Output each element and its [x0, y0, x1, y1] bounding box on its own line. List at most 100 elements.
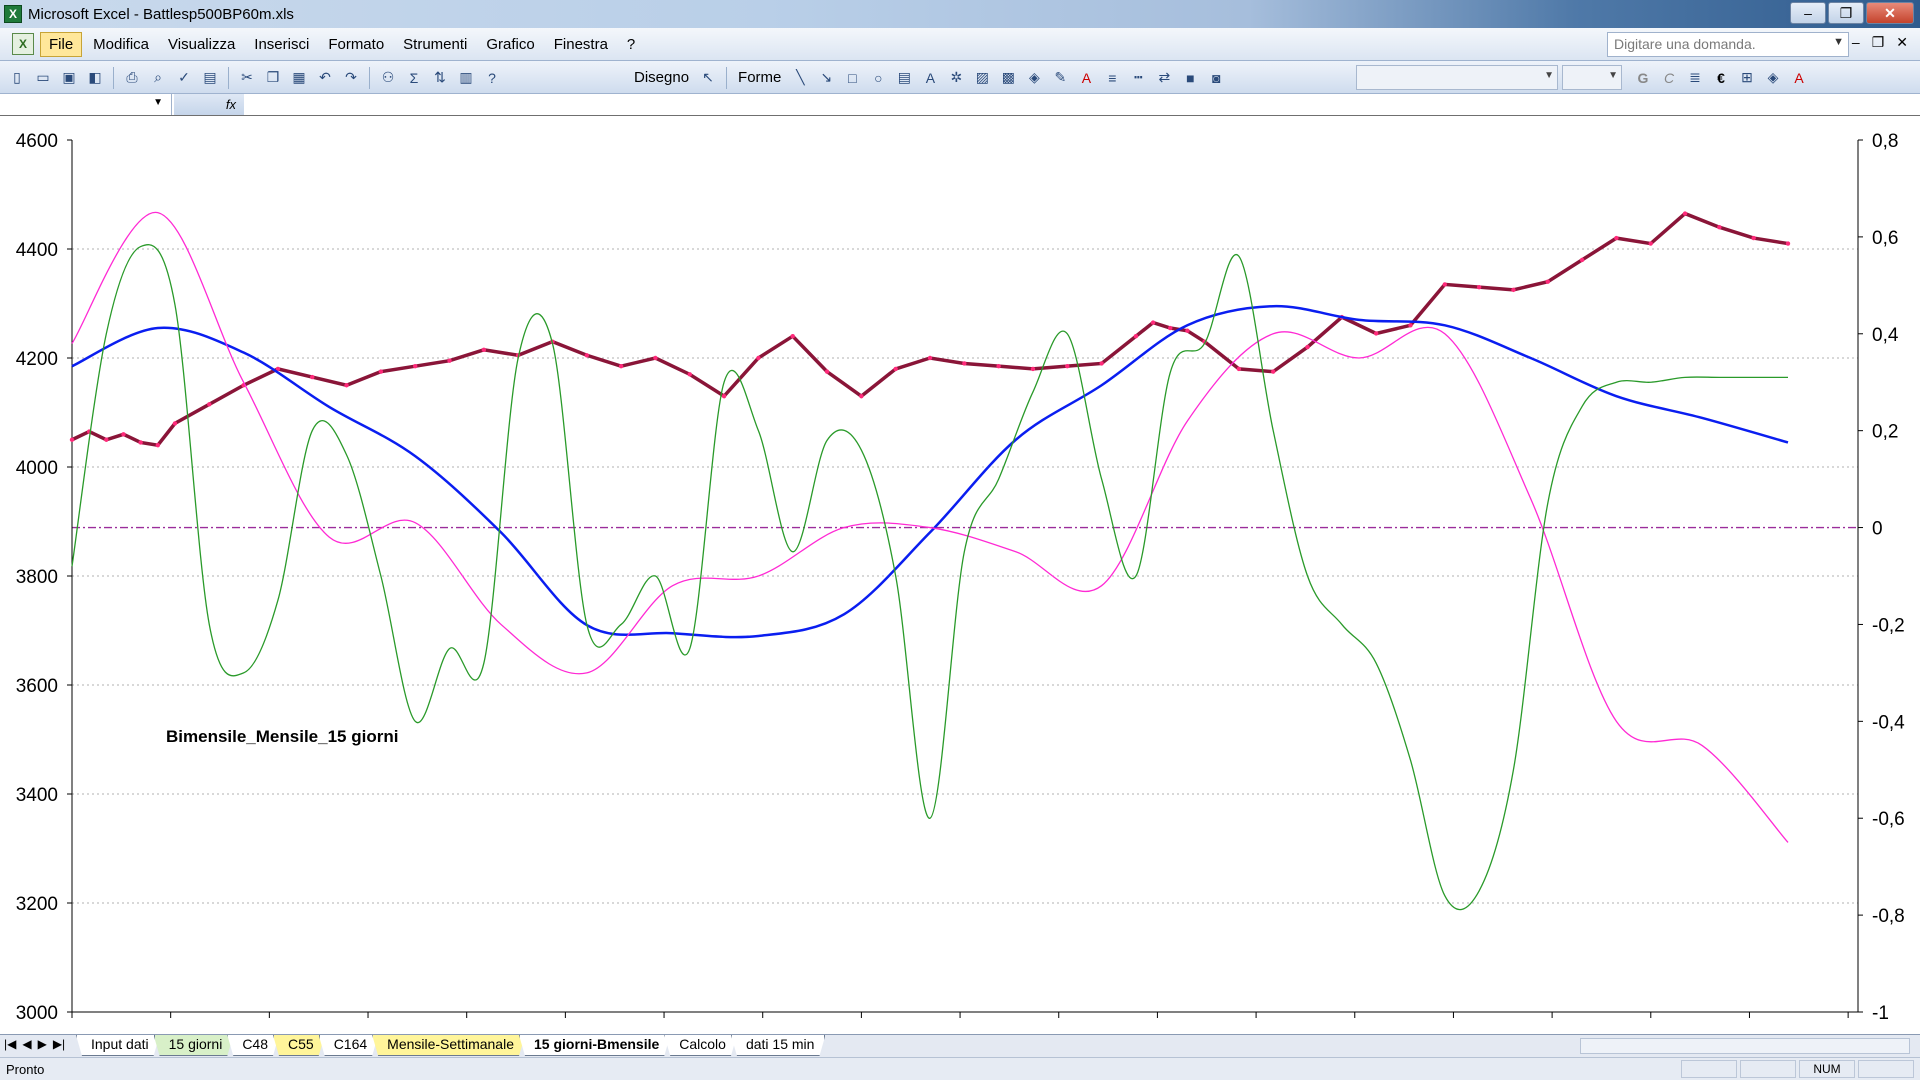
font-color-icon[interactable]: A [1075, 67, 1097, 89]
rectangle-icon[interactable]: □ [841, 67, 863, 89]
spelling-icon[interactable]: ✓ [173, 67, 195, 89]
open-folder-icon[interactable]: ▭ [32, 67, 54, 89]
picture-icon[interactable]: ▩ [997, 67, 1019, 89]
name-box[interactable]: ▼ [0, 94, 172, 115]
sheet-tab-c48[interactable]: C48 [227, 1035, 279, 1056]
line-icon[interactable]: ╲ [789, 67, 811, 89]
shapes-menu-button[interactable]: Forme [734, 69, 785, 86]
y-tick-label: 4200 [16, 349, 58, 370]
workbook-icon[interactable]: X [12, 33, 34, 55]
next-sheet-button[interactable]: ▶ [38, 1037, 47, 1051]
font-color-icon[interactable]: A [1788, 67, 1810, 89]
first-sheet-button[interactable]: |◀ [4, 1037, 16, 1051]
new-file-icon[interactable]: ▯ [6, 67, 28, 89]
italic-button[interactable]: C [1658, 67, 1680, 89]
copy-icon[interactable]: ❐ [262, 67, 284, 89]
sheet-tab-calcolo[interactable]: Calcolo [664, 1035, 737, 1056]
chevron-down-icon[interactable]: ▼ [1608, 70, 1618, 81]
sheet-tab-mensile-settimanale[interactable]: Mensile-Settimanale [372, 1035, 525, 1056]
formula-bar: ▼ fx [0, 94, 1920, 116]
menu-help[interactable]: ? [619, 33, 643, 56]
maximize-button[interactable]: ❐ [1828, 2, 1864, 24]
select-pointer-icon[interactable]: ↖ [697, 67, 719, 89]
sheet-tab-dati-15-min[interactable]: dati 15 min [731, 1035, 825, 1056]
menu-file[interactable]: File [40, 31, 83, 57]
fill-color-icon[interactable]: ◈ [1023, 67, 1045, 89]
y-tick-label: 3400 [16, 785, 58, 806]
close-button[interactable]: ✕ [1866, 2, 1914, 24]
sheet-tab-15-giorni-bmensile[interactable]: 15 giorni-Bmensile [519, 1035, 670, 1056]
paste-icon[interactable]: ▦ [288, 67, 310, 89]
y2-tick-label: 0 [1872, 519, 1883, 540]
price-point [378, 369, 384, 374]
bold-button[interactable]: G [1632, 67, 1654, 89]
chart-annotation[interactable]: Bimensile_Mensile_15 giorni [166, 727, 398, 746]
menu-visualizza[interactable]: Visualizza [160, 33, 243, 56]
help-icon[interactable]: ? [481, 67, 503, 89]
undo-icon[interactable]: ↶ [314, 67, 336, 89]
menu-formato[interactable]: Formato [320, 33, 392, 56]
y2-tick-label: -0,4 [1872, 712, 1905, 733]
currency-icon[interactable]: € [1710, 67, 1732, 89]
shadow-icon[interactable]: ■ [1179, 67, 1201, 89]
textbox-icon[interactable]: ▤ [893, 67, 915, 89]
insert-function-button[interactable]: fx [174, 94, 244, 115]
sum-icon[interactable]: Σ [403, 67, 425, 89]
excel-icon[interactable]: X [4, 5, 22, 23]
hyperlink-icon[interactable]: ⚇ [377, 67, 399, 89]
borders-icon[interactable]: ⊞ [1736, 67, 1758, 89]
cut-icon[interactable]: ✂ [236, 67, 258, 89]
doc-minimize-button[interactable]: – [1852, 34, 1860, 51]
menu-finestra[interactable]: Finestra [546, 33, 616, 56]
menu-inserisci[interactable]: Inserisci [246, 33, 317, 56]
diagram-icon[interactable]: ✲ [945, 67, 967, 89]
menu-modifica[interactable]: Modifica [85, 33, 157, 56]
horizontal-scrollbar[interactable] [1580, 1038, 1910, 1054]
align-icon[interactable]: ≣ [1684, 67, 1706, 89]
arrow-icon[interactable]: ↘ [815, 67, 837, 89]
chevron-down-icon[interactable]: ▼ [1833, 36, 1844, 48]
line-color-icon[interactable]: ✎ [1049, 67, 1071, 89]
permission-icon[interactable]: ◧ [84, 67, 106, 89]
font-size-combo[interactable]: ▼ [1562, 65, 1622, 90]
sheet-tabs: Input dati 15 giorni C48 C55 C164 Mensil… [82, 1035, 825, 1056]
oval-icon[interactable]: ○ [867, 67, 889, 89]
save-icon[interactable]: ▣ [58, 67, 80, 89]
sheet-tab-input-dati[interactable]: Input dati [76, 1035, 160, 1056]
sheet-tab-c164[interactable]: C164 [319, 1035, 378, 1056]
research-icon[interactable]: ▤ [199, 67, 221, 89]
last-sheet-button[interactable]: ▶| [53, 1037, 65, 1051]
print-preview-icon[interactable]: ⌕ [147, 67, 169, 89]
drawing-menu-button[interactable]: Disegno [630, 69, 693, 86]
font-name-combo[interactable]: ▼ [1356, 65, 1558, 90]
chart-wizard-icon[interactable]: ▥ [455, 67, 477, 89]
y-tick-label: 3200 [16, 894, 58, 915]
chevron-down-icon[interactable]: ▼ [1544, 70, 1554, 81]
chart-sheet[interactable]: 4600 4400 4200 4000 3800 3600 3400 3200 3000 0,8 0… [0, 117, 1920, 1034]
chevron-down-icon[interactable]: ▼ [153, 97, 163, 108]
chart-series [69, 211, 1791, 911]
3d-icon[interactable]: ◙ [1205, 67, 1227, 89]
sheet-tab-c55[interactable]: C55 [273, 1035, 325, 1056]
help-search-box[interactable]: Digitare una domanda. ▼ [1607, 32, 1849, 57]
menu-strumenti[interactable]: Strumenti [395, 33, 475, 56]
arrow-style-icon[interactable]: ⇄ [1153, 67, 1175, 89]
print-icon[interactable]: ⎙ [121, 67, 143, 89]
wordart-icon[interactable]: A [919, 67, 941, 89]
window-controls: – ❐ ✕ [1790, 2, 1914, 24]
status-cell [1681, 1060, 1737, 1078]
fill-color-icon[interactable]: ◈ [1762, 67, 1784, 89]
dash-style-icon[interactable]: ┅ [1127, 67, 1149, 89]
sheet-tab-15-giorni[interactable]: 15 giorni [154, 1035, 234, 1056]
menu-grafico[interactable]: Grafico [478, 33, 542, 56]
prev-sheet-button[interactable]: ◀ [22, 1037, 31, 1051]
sort-icon[interactable]: ⇅ [429, 67, 451, 89]
clipart-icon[interactable]: ▨ [971, 67, 993, 89]
doc-restore-button[interactable]: ❐ [1872, 34, 1885, 51]
doc-close-button[interactable]: ✕ [1896, 34, 1908, 51]
line-chart[interactable]: 4600 4400 4200 4000 3800 3600 3400 3200 3000 0,8 0… [0, 117, 1920, 1034]
line-style-icon[interactable]: ≡ [1101, 67, 1123, 89]
minimize-button[interactable]: – [1790, 2, 1826, 24]
price-point [1511, 287, 1516, 293]
redo-icon[interactable]: ↷ [340, 67, 362, 89]
